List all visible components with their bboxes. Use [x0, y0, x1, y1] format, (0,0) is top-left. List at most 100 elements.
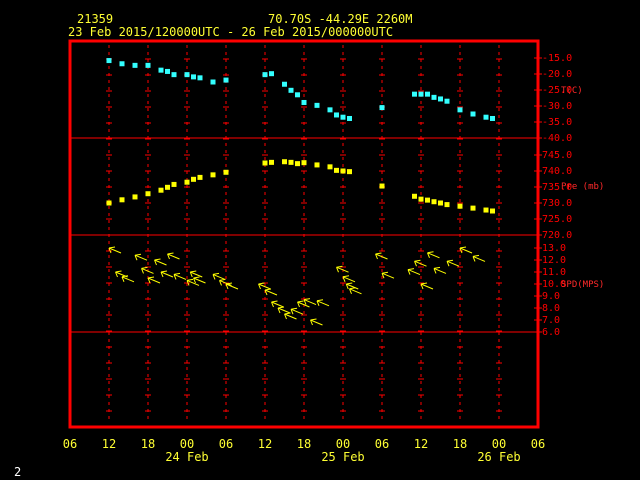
pressure-point [412, 193, 417, 199]
x-tick-label: 00 [180, 437, 194, 451]
y-tick-label: 725.0 [542, 214, 572, 225]
pressure-point [379, 183, 385, 189]
temp-point [438, 96, 443, 102]
wind-series [108, 246, 486, 326]
wind-arrow [316, 299, 330, 307]
pressure-point [327, 164, 333, 170]
x-date-labels: 24 Feb 25 Feb 26 Feb [165, 450, 520, 464]
temp-point [269, 71, 274, 77]
x-tick-label: 06 [219, 437, 233, 451]
temp-point [470, 111, 476, 117]
temp-point [425, 91, 430, 97]
pressure-point [438, 200, 443, 206]
x-tick-label: 06 [63, 437, 77, 451]
wind-axis-label: SPD(MPS) [561, 280, 604, 290]
y-tick-label: 730.0 [542, 198, 572, 209]
x-tick-label: 00 [336, 437, 350, 451]
wind-arrow [193, 276, 206, 284]
x-tick-label: 12 [414, 437, 428, 451]
wind-arrow [310, 318, 323, 326]
y-tick-label: 8.0 [542, 303, 560, 314]
pressure-point [470, 205, 476, 211]
wind-arrow [284, 312, 297, 320]
pressure-point [418, 196, 424, 202]
x-tick-labels: 06 12 18 00 06 12 18 00 06 12 18 00 06 [63, 437, 545, 451]
pressure-point [184, 179, 190, 185]
wind-arrow [381, 271, 395, 279]
temp-point [223, 77, 229, 83]
temp-point [197, 75, 203, 81]
y-tick-label: -15.0 [542, 53, 572, 64]
x-date-label: 24 Feb [165, 450, 208, 464]
temp-point [444, 98, 450, 104]
y-tick-label: 720.0 [542, 230, 572, 241]
wind-arrow [225, 282, 239, 290]
wind-arrow [420, 282, 434, 290]
pressure-point [334, 167, 339, 173]
pressure-point [223, 169, 229, 175]
pressure-point [191, 176, 196, 182]
pressure-point [425, 197, 430, 203]
temp-point [288, 87, 294, 93]
y-tick-label: 740.0 [542, 166, 572, 177]
temp-point [145, 62, 151, 68]
y-tick-label: 6.0 [542, 327, 560, 338]
temp-point [210, 79, 216, 85]
pressure-point [301, 160, 307, 166]
pressure-point [106, 200, 112, 206]
pressure-point [119, 197, 125, 203]
temp-point [262, 72, 268, 78]
wind-arrow [121, 275, 135, 283]
meteogram: 21359 70.70S -44.29E 2260M 23 Feb 2015/1… [14, 12, 604, 479]
wind-arrow [189, 270, 203, 278]
x-tick-label: 00 [492, 437, 506, 451]
temp-point [132, 62, 138, 68]
pressure-series [106, 159, 495, 214]
wind-arrow [472, 254, 486, 262]
pressure-axis-label: Pre (mb) [561, 182, 604, 192]
pressure-point [347, 169, 352, 175]
temp-point [340, 114, 346, 120]
x-date-label: 26 Feb [477, 450, 520, 464]
y-tick-label: 11.0 [542, 267, 566, 278]
pressure-point [269, 159, 274, 165]
temp-point [171, 72, 177, 78]
pressure-point [444, 202, 450, 208]
wind-arrow [290, 307, 304, 315]
wind-arrow [433, 266, 447, 274]
pressure-point [295, 161, 300, 167]
temp-point [184, 72, 190, 78]
pressure-point [490, 208, 495, 214]
y-tick-label: -30.0 [542, 101, 572, 112]
temp-point [418, 91, 424, 97]
temp-point [412, 91, 417, 97]
temp-point [165, 68, 170, 74]
pressure-point [132, 194, 138, 200]
temp-point [158, 67, 164, 73]
temp-point [327, 107, 333, 113]
station-location: 70.70S -44.29E 2260M [268, 12, 413, 26]
y-tick-label: 12.0 [542, 255, 566, 266]
pressure-point [431, 199, 437, 205]
temp-point [334, 112, 339, 118]
temp-point [301, 99, 307, 105]
temp-point [314, 102, 320, 108]
x-tick-label: 06 [531, 437, 545, 451]
wind-arrow [186, 278, 200, 286]
pressure-point [158, 187, 164, 193]
wind-arrow [212, 272, 226, 280]
y-tick-label: -40.0 [542, 133, 572, 144]
pressure-point [171, 181, 177, 187]
temp-point [295, 92, 300, 98]
y-tick-label: -35.0 [542, 117, 572, 128]
pressure-point [145, 191, 151, 197]
wind-arrow [173, 272, 187, 280]
temp-point [457, 107, 463, 113]
pressure-point [288, 159, 294, 165]
wind-arrow [141, 266, 154, 274]
temp-axis-label: T(C) [561, 86, 583, 96]
pressure-point [340, 168, 346, 174]
y-tick-label: -20.0 [542, 69, 572, 80]
wind-arrow [375, 252, 388, 260]
temperature-series [106, 58, 495, 121]
